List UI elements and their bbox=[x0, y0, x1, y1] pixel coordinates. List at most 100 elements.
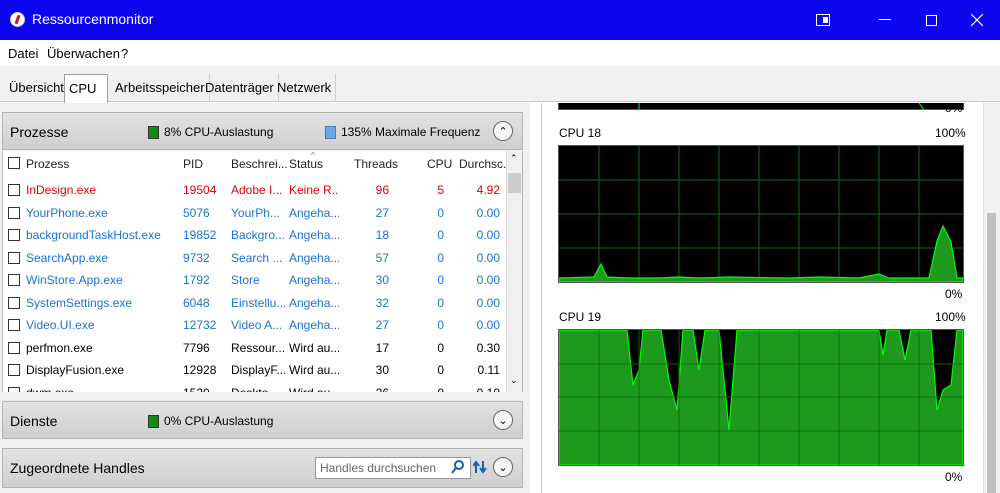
cell-status: Keine R... bbox=[289, 183, 339, 197]
max-frequency-text: 135% Maximale Frequenz bbox=[341, 125, 481, 139]
table-row[interactable]: dwm.exe 1520Deskto...Wird au...26 0 0.10 bbox=[3, 383, 508, 393]
table-row[interactable]: SystemSettings.exe 6048 Einstellu... Angeha… bbox=[3, 293, 508, 316]
row-checkbox[interactable] bbox=[8, 386, 20, 392]
row-checkbox[interactable] bbox=[8, 206, 20, 219]
cell-pid: 7796 bbox=[183, 340, 210, 355]
services-cpu-icon bbox=[148, 414, 159, 428]
cell-avg: 0.30 bbox=[476, 340, 500, 355]
table-row[interactable]: DisplayFusion.exe 12928 DisplayF... Wird au… bbox=[3, 360, 508, 383]
process-table: Prozess PID Beschrei... Status Threads C… bbox=[2, 151, 523, 392]
expand-services-icon[interactable]: ⌄ bbox=[493, 410, 513, 430]
processes-header[interactable]: Prozesse 8% CPU-Auslastung 135% Maximale… bbox=[2, 112, 523, 150]
table-row[interactable]: Video.UI.exe 12732 Video A... Angeha... 27 0 0… bbox=[3, 315, 508, 338]
row-checkbox[interactable] bbox=[8, 251, 20, 264]
column-header-beschreibung[interactable]: Beschrei... bbox=[231, 151, 288, 177]
cell-threads: 27 bbox=[375, 318, 389, 332]
cpu-18-min-label: 0% bbox=[945, 287, 963, 301]
handles-search-input[interactable]: Handles durchsuchen bbox=[315, 457, 471, 479]
table-row[interactable]: WinStore.App.exe 1792 Store Angeha... 30 0 0.0… bbox=[3, 270, 508, 293]
row-checkbox[interactable] bbox=[8, 364, 20, 376]
tab-bar: Übersicht CPU Arbeitsspeicher Datenträge… bbox=[0, 66, 1000, 103]
cell-name: DisplayFusion.exe bbox=[26, 363, 125, 377]
cpu-usage-icon bbox=[148, 125, 159, 139]
menu-bar: Datei Überwachen ? bbox=[0, 40, 1000, 66]
select-all-checkbox[interactable] bbox=[8, 157, 20, 169]
table-row[interactable]: backgroundTaskHost.exe 19852 Backgro... Ang… bbox=[3, 225, 508, 248]
cell-status: Wird au... bbox=[289, 386, 339, 393]
handles-header[interactable]: Zugeordnete Handles Handles durchsuchen … bbox=[2, 448, 523, 488]
tab-uebersicht[interactable]: Übersicht bbox=[5, 74, 69, 102]
row-checkbox[interactable] bbox=[8, 229, 20, 241]
cell-name: WinStore.App.exe bbox=[26, 273, 123, 287]
cell-avg: 0.00 bbox=[476, 250, 500, 265]
tab-cpu[interactable]: CPU bbox=[64, 74, 108, 103]
cell-cpu: 0 bbox=[437, 295, 444, 310]
minimize-button[interactable] bbox=[862, 0, 908, 40]
menu-help[interactable]: ? bbox=[121, 46, 128, 61]
window-title: Ressourcenmonitor bbox=[32, 11, 154, 27]
row-checkbox[interactable] bbox=[8, 184, 20, 196]
table-row[interactable]: InDesign.exe 19504 Adobe I... Keine R... 96 5… bbox=[3, 180, 508, 203]
maximize-button[interactable] bbox=[908, 0, 954, 40]
cell-cpu: 0 bbox=[437, 228, 444, 242]
cpu-19-label: CPU 19 bbox=[559, 310, 602, 324]
column-header-cpu[interactable]: CPU bbox=[427, 151, 452, 177]
graphs-scrollbar-thumb[interactable] bbox=[987, 213, 996, 493]
column-header-threads[interactable]: Threads bbox=[354, 151, 398, 177]
cell-avg: 0.00 bbox=[476, 318, 500, 332]
scroll-down-icon[interactable]: ⌄ bbox=[510, 375, 518, 386]
cell-pid: 9732 bbox=[183, 250, 210, 265]
cell-cpu: 0 bbox=[437, 273, 444, 287]
cell-cpu: 0 bbox=[437, 205, 444, 220]
expand-handles-icon[interactable]: ⌄ bbox=[493, 457, 513, 477]
table-row[interactable]: perfmon.exe 7796 Ressour... Wird au... 17 0 0.… bbox=[3, 338, 508, 361]
collapse-processes-icon[interactable]: ⌃ bbox=[493, 121, 513, 141]
cell-cpu: 0 bbox=[437, 340, 444, 355]
cell-cpu: 5 bbox=[437, 183, 444, 197]
row-checkbox[interactable] bbox=[8, 341, 20, 354]
cell-threads: 26 bbox=[339, 386, 389, 393]
row-checkbox[interactable] bbox=[8, 319, 20, 331]
cell-name: InDesign.exe bbox=[26, 183, 97, 197]
refresh-icon[interactable] bbox=[472, 459, 487, 478]
cell-desc: Search ... bbox=[231, 250, 283, 265]
graphs-pane: 0% CPU 18 100% 0% CPU 19 100% 0% bbox=[541, 101, 1000, 493]
cell-avg: 0.00 bbox=[476, 295, 500, 310]
process-table-scrollbar[interactable]: ⌃ ⌄ bbox=[506, 151, 522, 392]
column-header-status[interactable]: Status bbox=[289, 151, 323, 177]
cell-threads: 17 bbox=[375, 340, 389, 355]
cpu-18-graph bbox=[558, 145, 964, 283]
tab-arbeitsspeicher[interactable]: Arbeitsspeicher bbox=[111, 74, 210, 102]
cell-avg: 0.10 bbox=[449, 386, 500, 393]
cell-desc: Video A... bbox=[231, 318, 283, 332]
column-header-prozess[interactable]: Prozess bbox=[26, 151, 69, 177]
services-header[interactable]: Dienste 0% CPU-Auslastung ⌄ bbox=[2, 401, 523, 439]
row-checkbox[interactable] bbox=[8, 296, 20, 309]
tab-datentraeger[interactable]: Datenträger bbox=[201, 74, 279, 102]
cell-status: Wird au... bbox=[289, 363, 339, 377]
row-checkbox[interactable] bbox=[8, 274, 20, 286]
cell-name: perfmon.exe bbox=[26, 340, 93, 355]
column-header-durchschnitt[interactable]: Durchsc... bbox=[459, 151, 513, 177]
menu-datei[interactable]: Datei bbox=[8, 46, 38, 61]
column-header-pid[interactable]: PID bbox=[183, 151, 203, 177]
table-row[interactable]: YourPhone.exe 5076 YourPh... Angeha... 27 0 0.… bbox=[3, 203, 508, 226]
cell-pid: 12732 bbox=[183, 318, 217, 332]
graphs-scrollbar[interactable] bbox=[983, 103, 1000, 493]
close-button[interactable] bbox=[954, 0, 1000, 40]
scroll-up-icon[interactable]: ⌃ bbox=[510, 153, 518, 164]
cpu-19-min-label: 0% bbox=[945, 470, 963, 484]
cell-name: Video.UI.exe bbox=[26, 318, 95, 332]
restore-window-icon[interactable] bbox=[800, 0, 846, 40]
cell-avg: 0.00 bbox=[476, 273, 500, 287]
tab-netzwerk[interactable]: Netzwerk bbox=[273, 74, 337, 102]
search-icon[interactable] bbox=[451, 460, 465, 477]
table-row[interactable]: SearchApp.exe 9732 Search ... Angeha... 57 0 0… bbox=[3, 248, 508, 271]
cell-avg: 0.11 bbox=[477, 363, 500, 377]
cell-pid: 1792 bbox=[183, 273, 210, 287]
cell-desc: Deskto... bbox=[231, 386, 286, 393]
menu-ueberwachen[interactable]: Überwachen bbox=[47, 46, 120, 61]
cell-avg: 0.00 bbox=[476, 228, 500, 242]
scrollbar-thumb[interactable] bbox=[508, 173, 521, 193]
cell-name: SearchApp.exe bbox=[26, 250, 109, 265]
